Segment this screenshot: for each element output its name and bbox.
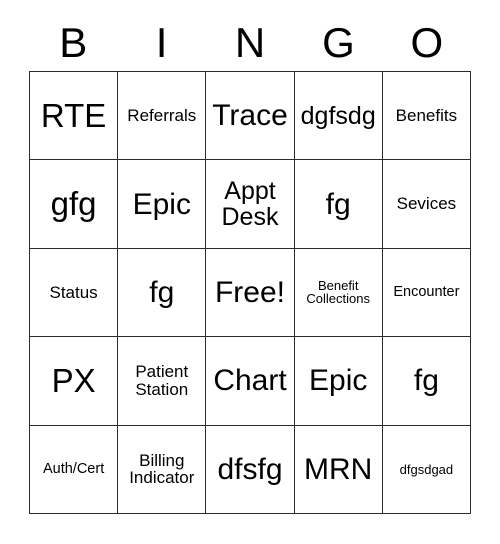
bingo-cell[interactable]: Free! xyxy=(206,248,295,338)
bingo-cell-label: Status xyxy=(49,282,98,302)
bingo-cell[interactable]: Encounter xyxy=(382,248,471,338)
bingo-cell-label: MRN xyxy=(304,452,373,486)
bingo-cell[interactable]: fg xyxy=(382,337,471,426)
bingo-header-row: B I N G O xyxy=(29,14,471,71)
bingo-cell-label: RTE xyxy=(40,96,107,134)
bingo-cell-label: Trace xyxy=(212,99,288,133)
bingo-cell[interactable]: Trace xyxy=(206,72,295,161)
bingo-cell[interactable]: fg xyxy=(294,160,383,249)
bingo-cell-label: gfg xyxy=(50,184,97,222)
bingo-cell-label: fg xyxy=(413,364,439,398)
header-letter-i: I xyxy=(155,18,168,66)
bingo-cell-label: Free! xyxy=(214,275,285,309)
bingo-cell[interactable]: PX xyxy=(30,337,119,426)
bingo-cell[interactable]: dgfsdg xyxy=(294,72,383,161)
bingo-cell[interactable]: Sevices xyxy=(382,160,471,249)
bingo-cell-label: Referrals xyxy=(127,105,197,125)
bingo-cell[interactable]: Auth/Cert xyxy=(30,425,119,514)
bingo-cell-label: PX xyxy=(51,361,96,399)
bingo-cell[interactable]: Status xyxy=(30,248,119,338)
bingo-cell[interactable]: Appt Desk xyxy=(206,160,295,249)
bingo-cell-label: Epic xyxy=(132,187,191,221)
header-letter-g: G xyxy=(322,18,355,66)
bingo-cell[interactable]: Benefits xyxy=(382,72,471,161)
bingo-cell[interactable]: Epic xyxy=(118,160,207,249)
bingo-cell-label: Benefits xyxy=(395,105,458,125)
bingo-cell-label: Appt Desk xyxy=(221,177,279,232)
bingo-cell-label: dfsfg xyxy=(217,452,283,486)
header-letter-o: O xyxy=(410,18,444,66)
bingo-cell[interactable]: dfgsdgad xyxy=(382,425,471,514)
bingo-cell[interactable]: Patient Station xyxy=(118,337,207,426)
bingo-cell[interactable]: Benefit Collections xyxy=(294,248,383,338)
header-letter-n: N xyxy=(234,18,266,66)
bingo-cell-label: dfgsdgad xyxy=(399,461,454,477)
bingo-cell-label: Auth/Cert xyxy=(42,460,105,477)
bingo-cell[interactable]: gfg xyxy=(30,160,119,249)
bingo-cell-label: Encounter xyxy=(393,283,460,300)
bingo-cell[interactable]: dfsfg xyxy=(206,425,295,514)
bingo-cell-label: Benefit Collections xyxy=(306,277,370,307)
bingo-cell[interactable]: Chart xyxy=(206,337,295,426)
bingo-cell-label: Patient Station xyxy=(135,362,189,399)
bingo-cell-label: fg xyxy=(325,187,351,221)
bingo-cell-label: Epic xyxy=(309,364,368,398)
bingo-cell-label: fg xyxy=(149,275,175,309)
bingo-cell[interactable]: MRN xyxy=(294,425,383,514)
bingo-card: B I N G O RTE Referrals Trace dgfsdg Benefit… xyxy=(0,0,500,544)
header-letter-b: B xyxy=(59,18,88,66)
bingo-cell-label: Sevices xyxy=(396,194,457,214)
bingo-cell[interactable]: Billing Indicator xyxy=(118,425,207,514)
bingo-cell-label: Chart xyxy=(213,364,287,398)
bingo-grid: RTE Referrals Trace dgfsdg Benefits gfg Epic Ap… xyxy=(29,71,471,514)
bingo-cell-label: Billing Indicator xyxy=(129,450,195,488)
bingo-cell[interactable]: Epic xyxy=(294,337,383,426)
bingo-cell[interactable]: Referrals xyxy=(118,72,207,161)
bingo-cell[interactable]: RTE xyxy=(30,72,119,161)
bingo-cell-label: dgfsdg xyxy=(300,101,376,130)
bingo-cell[interactable]: fg xyxy=(118,248,207,338)
